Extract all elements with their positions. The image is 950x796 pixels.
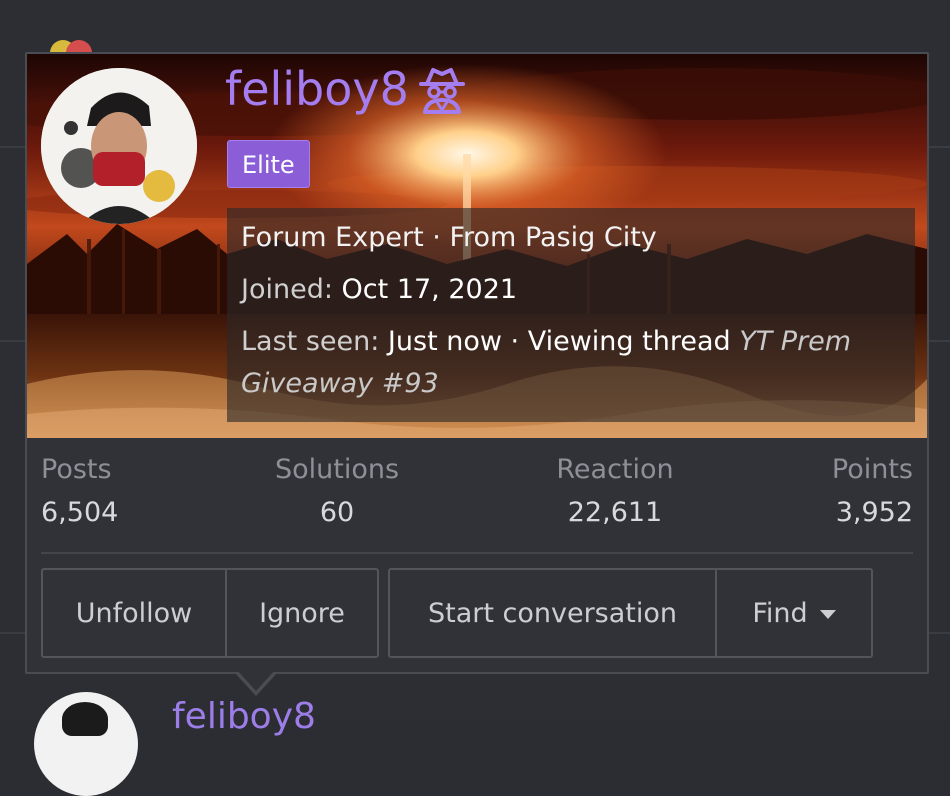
joined-date: Joined: Oct 17, 2021	[241, 274, 518, 305]
member-tooltip-card: feliboy8 Elite Forum Expert · From Pasig…	[25, 52, 929, 674]
stat-label: Reaction	[556, 454, 674, 485]
divider	[41, 552, 913, 554]
stat-value: 60	[319, 497, 355, 528]
find-dropdown-button[interactable]: Find	[717, 570, 871, 656]
stat-solutions[interactable]: Solutions 60	[227, 454, 447, 528]
ignore-button[interactable]: Ignore	[227, 570, 377, 656]
profile-username[interactable]: feliboy8	[225, 62, 467, 116]
stat-label: Solutions	[274, 454, 400, 485]
stat-reaction[interactable]: Reaction 22,611	[505, 454, 725, 528]
tooltip-pointer-fill	[237, 670, 275, 691]
last-seen-status: Last seen: Just now · Viewing thread YT …	[241, 326, 852, 357]
profile-avatar[interactable]	[41, 68, 197, 224]
stat-points[interactable]: Points 3,952	[693, 454, 913, 528]
stat-label: Points	[831, 454, 913, 485]
profile-info-box: Forum Expert · From Pasig City Joined: O…	[227, 208, 915, 422]
viewed-thread-link[interactable]: YT Prem	[739, 326, 851, 357]
viewed-thread-link-continued[interactable]: Giveaway #93	[241, 368, 439, 399]
avatar-image	[41, 68, 197, 224]
avatar[interactable]	[34, 692, 138, 796]
stat-value: 22,611	[567, 497, 663, 528]
chevron-down-icon	[819, 609, 836, 619]
follow-actions-group: Unfollow Ignore	[41, 568, 379, 658]
start-conversation-button[interactable]: Start conversation	[390, 570, 717, 656]
conversation-actions-group: Start conversation Find	[388, 568, 873, 658]
member-stats: Posts 6,504 Solutions 60 Reaction 22,611…	[41, 454, 913, 542]
unfollow-button[interactable]: Unfollow	[43, 570, 227, 656]
user-rank-badge: Elite	[227, 140, 310, 188]
user-title-location: Forum Expert · From Pasig City	[241, 222, 657, 253]
post-author-name[interactable]: feliboy8	[172, 696, 316, 737]
incognito-spy-icon	[417, 64, 467, 114]
stat-value: 3,952	[835, 497, 913, 528]
